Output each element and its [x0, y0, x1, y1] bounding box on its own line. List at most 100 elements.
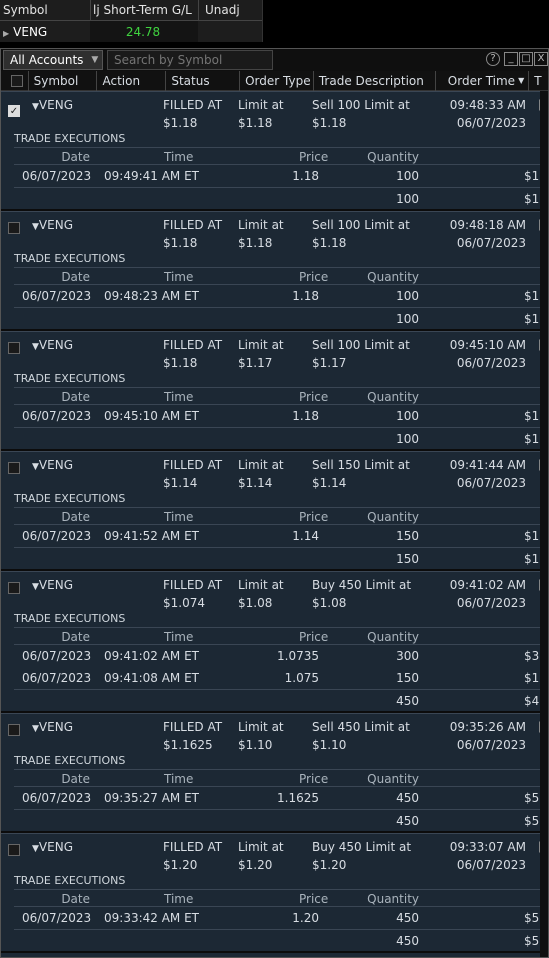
executions-header: Date Time Price Quantity — [14, 769, 548, 787]
exec-col-price: Price — [299, 892, 329, 906]
orders-column-header: Symbol Action Status Order Type Trade De… — [1, 70, 548, 91]
exec-date: 06/07/2023 — [22, 671, 92, 685]
order-time: 09:41:02 AM 06/07/2023 — [421, 576, 526, 612]
order-time-line1: 09:33:07 AM — [449, 840, 526, 854]
order-checkbox[interactable] — [8, 581, 20, 599]
collapse-arrow-icon[interactable]: ▼ — [32, 844, 39, 854]
checkbox-box[interactable]: ✓ — [8, 105, 20, 117]
order-status-line1: FILLED AT — [163, 338, 223, 352]
order-row[interactable]: ▼VENG FILLED AT $1.14 Limit at $1.14 Sell 150… — [1, 451, 548, 491]
execution-total-row: 100 $1: — [14, 427, 548, 449]
collapse-arrow-icon[interactable]: ▼ — [32, 342, 39, 352]
order-status: FILLED AT $1.074 — [163, 576, 222, 612]
order-time: 09:45:10 AM 06/07/2023 — [421, 336, 526, 372]
exec-time: 09:45:10 AM ET — [104, 409, 199, 423]
order-td-line2: $1.08 — [312, 596, 347, 610]
order-row[interactable]: ✓ ▼VENG FILLED AT $1.18 Limit at $1.18 Sell 10… — [1, 91, 548, 131]
order-symbol[interactable]: ▼VENG — [32, 336, 73, 356]
order-row[interactable]: ▼VENG FILLED AT $1.074 Limit at $1.08 Buy 450… — [1, 571, 548, 611]
exec-price: 1.0735 — [277, 649, 319, 663]
checkbox-box[interactable] — [8, 462, 20, 474]
collapse-arrow-icon[interactable]: ▼ — [32, 102, 39, 112]
checkbox-box[interactable] — [8, 724, 20, 736]
col-order-type[interactable]: Order Type — [239, 70, 313, 91]
exec-date: 06/07/2023 — [22, 911, 92, 925]
col-short-term-gl-header[interactable]: lj Short-Term G/L — [90, 0, 198, 21]
order-symbol[interactable]: ▼VENG — [32, 838, 73, 858]
order-symbol[interactable]: ▼VENG — [32, 216, 73, 236]
order-row[interactable]: ▼VENG FILLED AT $1.18 Limit at $1.18 Sell 100… — [1, 211, 548, 251]
execution-row: 06/07/2023 09:41:02 AM ET 1.0735 300 $3: — [14, 645, 548, 667]
exec-col-quantity: Quantity — [367, 772, 419, 786]
order-type: Limit at $1.20 — [238, 838, 284, 874]
checkbox-box[interactable] — [8, 582, 20, 594]
order-status-line2: $1.1625 — [163, 738, 213, 752]
positions-row[interactable]: ▶ VENG 24.78 — [0, 21, 262, 42]
order-td-line1: Sell 100 Limit at — [312, 338, 410, 352]
exec-price: 1.20 — [292, 911, 319, 925]
order-trade-description: Sell 100 Limit at $1.18 — [312, 96, 410, 132]
vertical-scrollbar[interactable] — [540, 91, 548, 957]
order-checkbox[interactable]: ✓ — [8, 101, 20, 119]
order-type: Limit at $1.08 — [238, 576, 284, 612]
col-symbol-header[interactable]: Symbol — [0, 3, 90, 17]
help-icon[interactable]: ? — [486, 52, 500, 66]
order-checkbox[interactable] — [8, 843, 20, 861]
exec-col-price: Price — [299, 150, 329, 164]
order-row[interactable]: ▼VENG FILLED AT $1.18 Limit at $1.17 Sell 100… — [1, 331, 548, 371]
exec-col-price: Price — [299, 772, 329, 786]
collapse-arrow-icon[interactable]: ▼ — [32, 582, 39, 592]
collapse-arrow-icon[interactable]: ▼ — [32, 724, 39, 734]
select-all-checkbox-cell[interactable] — [1, 71, 28, 91]
trade-executions-title: TRADE EXECUTIONS — [14, 612, 126, 625]
col-order-time[interactable]: Order Time ▼ — [434, 70, 528, 91]
select-all-checkbox[interactable] — [10, 74, 23, 87]
minimize-button[interactable]: _ — [504, 52, 518, 66]
order-trade-description: Sell 100 Limit at $1.17 — [312, 336, 410, 372]
col-extra[interactable]: T — [528, 70, 548, 91]
symbol-search-input[interactable] — [107, 50, 273, 70]
close-button[interactable]: X — [534, 52, 548, 66]
order-symbol[interactable]: ▼VENG — [32, 576, 73, 596]
order-td-line2: $1.20 — [312, 858, 347, 872]
order-row[interactable]: ▼VENG FILLED AT $1.20 Limit at $1.20 Buy 450 … — [1, 833, 548, 873]
order-trade-description: Buy 450 Limit at $1.08 — [312, 576, 411, 612]
exec-total-quantity: 450 — [396, 814, 419, 828]
collapse-arrow-icon[interactable]: ▼ — [32, 222, 39, 232]
order-checkbox[interactable] — [8, 723, 20, 741]
order-type-line2: $1.18 — [238, 116, 273, 130]
col-status[interactable]: Status — [165, 70, 239, 91]
order-checkbox[interactable] — [8, 461, 20, 479]
order-symbol-text: VENG — [38, 720, 73, 734]
col-trade-description[interactable]: Trade Description — [312, 70, 435, 91]
order-symbol[interactable]: ▼VENG — [32, 718, 73, 738]
exec-col-price: Price — [299, 510, 329, 524]
positions-header-row: Symbol lj Short-Term G/L Unadj — [0, 0, 262, 21]
execution-total-row: 100 $1: — [14, 307, 548, 329]
maximize-button[interactable]: □ — [519, 52, 533, 66]
order-type-line2: $1.18 — [238, 236, 273, 250]
col-unadj-header[interactable]: Unadj — [198, 0, 262, 21]
order-time: 09:33:07 AM 06/07/2023 — [421, 838, 526, 874]
col-action[interactable]: Action — [96, 70, 165, 91]
expand-arrow-icon[interactable]: ▶ — [3, 29, 9, 38]
account-selector[interactable]: All Accounts ▼ — [3, 50, 103, 70]
exec-col-time: Time — [164, 150, 194, 164]
order-row[interactable]: ▼VENG FILLED AT $1.1625 Limit at $1.10 Sell 4… — [1, 713, 548, 753]
checkbox-box[interactable] — [8, 222, 20, 234]
order-symbol[interactable]: ▼VENG — [32, 96, 73, 116]
sort-desc-icon: ▼ — [518, 76, 525, 85]
order-checkbox[interactable] — [8, 341, 20, 359]
checkbox-box[interactable] — [8, 342, 20, 354]
collapse-arrow-icon[interactable]: ▼ — [32, 462, 39, 472]
order-time-line1: 09:48:18 AM — [449, 218, 526, 232]
order-block: ✓ ▼VENG FILLED AT $1.18 Limit at $1.18 Sell 10… — [1, 91, 548, 211]
order-checkbox[interactable] — [8, 221, 20, 239]
col-symbol[interactable]: Symbol — [27, 70, 97, 91]
order-symbol-text: VENG — [38, 218, 73, 232]
order-time-line2: 06/07/2023 — [456, 116, 526, 130]
order-symbol[interactable]: ▼VENG — [32, 456, 73, 476]
order-type-line2: $1.20 — [238, 858, 273, 872]
checkbox-box[interactable] — [8, 844, 20, 856]
trade-executions-title: TRADE EXECUTIONS — [14, 492, 126, 505]
